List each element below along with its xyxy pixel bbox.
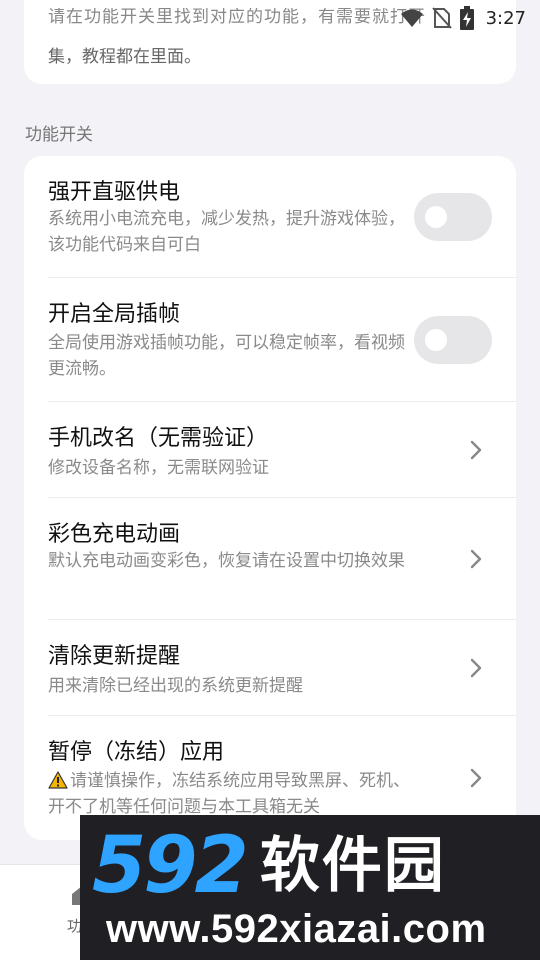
chevron-right-icon — [470, 658, 482, 678]
chevron-right-icon — [470, 768, 482, 788]
frame-interpolation-toggle[interactable] — [414, 316, 492, 364]
feature-row-clear-update-reminder[interactable]: 清除更新提醒 用来清除已经出现的系统更新提醒 — [24, 620, 516, 716]
section-title: 功能开关 — [25, 125, 93, 145]
toggle-knob — [425, 206, 447, 228]
watermark-url: www.592xiazai.com — [106, 907, 487, 951]
feature-desc: 全局使用游戏插帧功能，可以稳定帧率，看视频更流畅。 — [48, 333, 405, 379]
feature-desc: 系统用小电流充电，减少发热，提升游戏体验，该功能代码来自可白 — [48, 209, 405, 255]
feature-title: 清除更新提醒 — [48, 644, 181, 669]
feature-list-card: 强开直驱供电 系统用小电流充电，减少发热，提升游戏体验，该功能代码来自可白 开启… — [24, 156, 516, 840]
direct-power-toggle[interactable] — [414, 193, 492, 241]
chevron-right-icon — [470, 549, 482, 569]
feature-desc: 默认充电动画变彩色，恢复请在设置中切换效果 — [48, 551, 405, 571]
watermark-brand: 软件园 — [259, 831, 446, 901]
feature-title: 手机改名（无需验证） — [48, 426, 269, 451]
feature-title: 开启全局插帧 — [48, 302, 181, 327]
feature-desc-wrap: 请谨慎操作，冻结系统应用导致黑屏、死机、开不了机等任何问题与本工具箱无关 — [48, 768, 413, 820]
wifi-icon — [400, 9, 423, 27]
feature-row-direct-power[interactable]: 强开直驱供电 系统用小电流充电，减少发热，提升游戏体验，该功能代码来自可白 — [24, 156, 516, 278]
feature-row-rename-device[interactable]: 手机改名（无需验证） 修改设备名称，无需联网验证 — [24, 402, 516, 498]
feature-title: 暂停（冻结）应用 — [48, 740, 225, 765]
status-bar: 3:27 — [0, 0, 540, 36]
feature-desc: 修改设备名称，无需联网验证 — [48, 458, 269, 478]
feature-desc: 用来清除已经出现的系统更新提醒 — [48, 676, 303, 696]
toggle-knob — [425, 329, 447, 351]
feature-desc: 请谨慎操作，冻结系统应用导致黑屏、死机、开不了机等任何问题与本工具箱无关 — [48, 771, 410, 817]
watermark-logo: 592 软件园 — [92, 827, 446, 905]
no-sim-icon — [431, 7, 452, 29]
status-time: 3:27 — [485, 7, 526, 29]
intro-card-text: 集，教程都在里面。 — [48, 47, 201, 67]
feature-row-frame-interpolation[interactable]: 开启全局插帧 全局使用游戏插帧功能，可以稳定帧率，看视频更流畅。 — [24, 278, 516, 402]
feature-row-color-charge-animation[interactable]: 彩色充电动画 默认充电动画变彩色，恢复请在设置中切换效果 — [24, 498, 516, 620]
battery-charging-icon — [459, 6, 474, 30]
watermark-number: 592 — [92, 821, 249, 911]
feature-title: 强开直驱供电 — [48, 180, 181, 205]
watermark-overlay: 592 软件园 www.592xiazai.com — [80, 815, 540, 960]
feature-title: 彩色充电动画 — [48, 522, 181, 547]
warning-icon — [48, 771, 68, 789]
chevron-right-icon — [470, 440, 482, 460]
